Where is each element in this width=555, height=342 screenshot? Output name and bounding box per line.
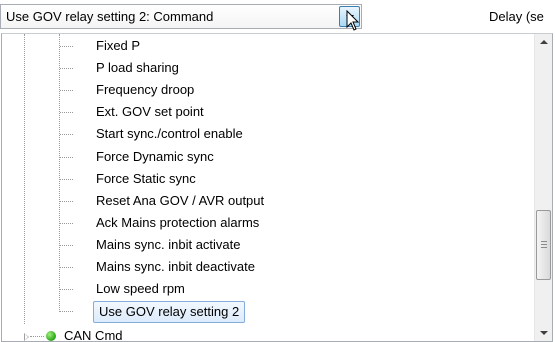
tree-guide-line	[60, 244, 73, 246]
green-status-dot-icon	[46, 331, 56, 341]
scroll-down-arrow-icon	[540, 331, 548, 335]
scroll-up-button[interactable]	[535, 34, 552, 51]
tree-item[interactable]: Ext. GOV set point	[96, 101, 204, 123]
scroll-up-arrow-icon	[540, 40, 548, 44]
expand-arrow-icon[interactable]	[24, 333, 29, 341]
mouse-pointer-icon	[346, 10, 360, 31]
tree-item[interactable]: Force Static sync	[96, 168, 196, 190]
tree-item[interactable]: Reset Ana GOV / AVR output	[96, 190, 264, 212]
tree-guide-line	[60, 178, 73, 180]
tree-guide-line	[60, 289, 73, 291]
command-combobox[interactable]: Use GOV relay setting 2: Command	[0, 4, 362, 29]
tree-item[interactable]: Mains sync. inbit deactivate	[96, 256, 255, 278]
tree-guide-line	[60, 156, 73, 158]
tree-guide-line	[30, 336, 44, 337]
vertical-scrollbar[interactable]	[534, 34, 552, 341]
tree-guide-line	[60, 222, 73, 224]
tree-guide-line	[60, 46, 73, 47]
tree-guide-line	[60, 267, 73, 268]
tree-item[interactable]: Low speed rpm	[96, 278, 185, 300]
scrollbar-thumb[interactable]	[536, 210, 551, 280]
tree-guide-line	[60, 134, 73, 136]
tree-guide-line	[60, 200, 73, 202]
tree-item[interactable]: Frequency droop	[96, 79, 194, 101]
delay-column-label: Delay (se	[489, 9, 544, 24]
tree-guide-line	[60, 90, 73, 92]
tree-guide-line	[60, 311, 73, 313]
tree-guide-line	[60, 112, 73, 114]
tree-item[interactable]: Fixed P	[96, 35, 140, 57]
scroll-down-button[interactable]	[535, 324, 552, 341]
tree-guide-line	[24, 34, 25, 324]
tree-item[interactable]: Ack Mains protection alarms	[96, 212, 259, 234]
combo-selected-value: Use GOV relay setting 2: Command	[6, 9, 214, 24]
grip-icon	[541, 241, 547, 248]
command-tree[interactable]: Fixed PP load sharing Frequency droop Ext.…	[1, 33, 553, 342]
tree-item[interactable]: Force Dynamic sync	[96, 146, 214, 168]
tree-item-selected[interactable]: Use GOV relay setting 2	[93, 301, 246, 324]
command-selector-row: Use GOV relay setting 2: Command Delay (…	[0, 0, 555, 33]
tree-item[interactable]: Mains sync. inbit activate	[96, 234, 241, 256]
tree-guide-line	[59, 34, 60, 312]
tree-node-can-cmd[interactable]: CAN Cmd	[64, 326, 123, 341]
tree-guide-line	[60, 68, 73, 70]
tree-item[interactable]: P load sharing	[96, 57, 179, 79]
tree-item[interactable]: Start sync./control enable	[96, 123, 243, 145]
